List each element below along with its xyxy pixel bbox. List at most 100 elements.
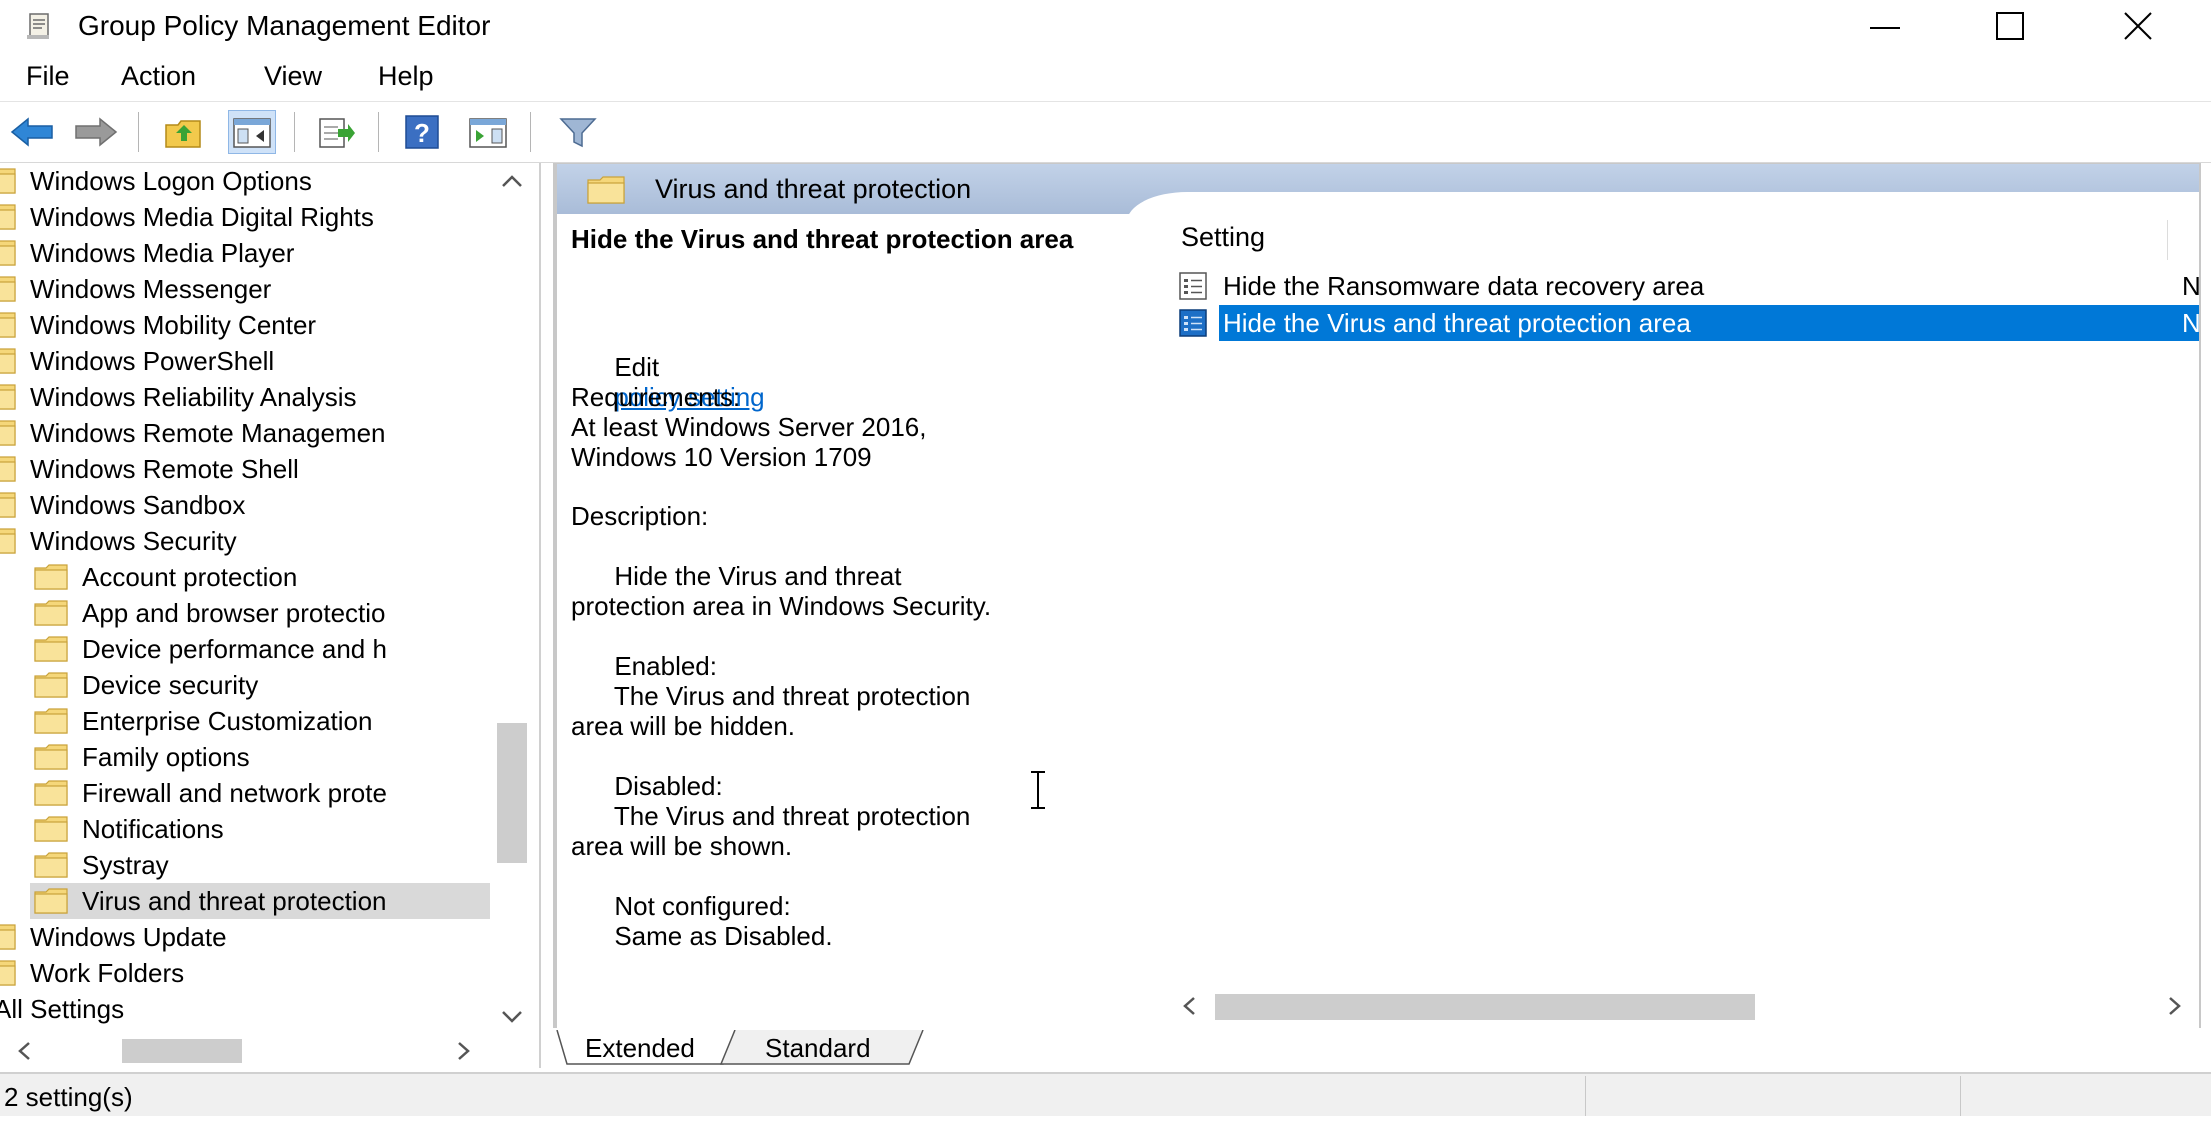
tree-item-label: Windows Remote Managemen: [30, 417, 386, 448]
export-list-button[interactable]: [312, 110, 360, 154]
requirements-label: Requirements:: [571, 382, 741, 412]
show-hide-action-pane-button[interactable]: [464, 110, 512, 154]
tree-vertical-scrollbar[interactable]: [493, 163, 531, 1033]
tree-item[interactable]: Windows Media Digital Rights: [0, 199, 374, 235]
forward-button[interactable]: [72, 110, 120, 154]
tree-item-label: Account protection: [82, 561, 298, 592]
tree-item[interactable]: Windows Remote Shell: [0, 451, 299, 487]
tree-item-label: Device security: [82, 669, 259, 700]
tree-item[interactable]: Enterprise Customization: [34, 703, 372, 739]
close-button[interactable]: [2078, 0, 2198, 52]
tree-item[interactable]: Windows Messenger: [0, 271, 271, 307]
tree-item[interactable]: Windows Sandbox: [0, 487, 245, 523]
tree-item[interactable]: Windows Reliability Analysis: [0, 379, 357, 415]
tree-item-label: Windows Reliability Analysis: [30, 381, 357, 412]
tree-item[interactable]: Windows PowerShell: [0, 343, 274, 379]
folder-icon: [34, 600, 68, 626]
tree-item[interactable]: Device security: [34, 667, 258, 703]
title-bar: Group Policy Management Editor: [0, 0, 2211, 52]
tree-item[interactable]: Windows Update: [0, 919, 227, 955]
folder-icon: [0, 168, 16, 194]
tree-item[interactable]: Windows Media Player: [0, 235, 294, 271]
column-header-setting[interactable]: Setting: [1181, 222, 1265, 253]
minimize-button[interactable]: [1825, 0, 1945, 52]
folder-icon: [0, 312, 16, 338]
folder-icon: [34, 816, 68, 842]
up-one-level-button[interactable]: [160, 110, 208, 154]
scroll-right-icon[interactable]: [456, 1041, 472, 1061]
scroll-up-icon[interactable]: [501, 173, 523, 189]
tree-item[interactable]: All Settings: [0, 991, 124, 1027]
tree-horizontal-scroll-thumb[interactable]: [122, 1039, 242, 1063]
tree-horizontal-scrollbar[interactable]: [0, 1033, 493, 1068]
folder-icon: [0, 240, 16, 266]
policy-setting-icon: [1179, 309, 1207, 337]
folder-icon: [0, 492, 16, 518]
scroll-left-icon[interactable]: [1181, 996, 1197, 1016]
tree-item-label: Windows PowerShell: [30, 345, 275, 376]
filter-button[interactable]: [554, 110, 602, 154]
setting-name: Hide the Ransomware data recovery area: [1223, 270, 1705, 301]
details-header-title: Virus and threat protection: [655, 174, 972, 204]
tree-item[interactable]: App and browser protectio: [34, 595, 386, 631]
toolbar-separator: [530, 112, 531, 152]
tree-item-label: Windows Mobility Center: [30, 309, 317, 340]
tree-item-label: App and browser protectio: [82, 597, 386, 628]
tree-vertical-scroll-thumb[interactable]: [497, 723, 527, 863]
folder-icon: [587, 176, 625, 204]
menu-file[interactable]: File: [26, 61, 70, 92]
list-horizontal-scroll-thumb[interactable]: [1215, 994, 1755, 1020]
list-horizontal-scrollbar[interactable]: [1167, 986, 2199, 1026]
scroll-left-icon[interactable]: [16, 1041, 32, 1061]
tree-item[interactable]: Firewall and network prote: [34, 775, 387, 811]
tree-item-label: Enterprise Customization: [82, 705, 373, 736]
menu-help[interactable]: Help: [378, 61, 434, 92]
setting-row-selected[interactable]: Hide the Virus and threat protection are…: [1177, 305, 2199, 341]
settings-list: Setting Hide the Ransomware data recover…: [1167, 214, 2199, 984]
window-title: Group Policy Management Editor: [78, 10, 491, 41]
folder-icon: [34, 780, 68, 806]
tree-item-label: Firewall and network prote: [82, 777, 387, 808]
filter-icon: [559, 118, 597, 148]
console-tree[interactable]: Windows Logon Options Windows Media Digit…: [0, 163, 541, 1068]
back-button[interactable]: [8, 110, 56, 154]
tree-item[interactable]: Virus and threat protection: [30, 883, 490, 919]
tree-item[interactable]: Notifications: [34, 811, 224, 847]
help-button[interactable]: ?: [398, 110, 446, 154]
tree-item-label: Windows Messenger: [30, 273, 272, 304]
scroll-right-icon[interactable]: [2167, 996, 2183, 1016]
tree-item[interactable]: Windows Mobility Center: [0, 307, 316, 343]
tree-item[interactable]: Windows Remote Managemen: [0, 415, 386, 451]
menu-bar: File Action View Help: [0, 57, 2211, 99]
tab-standard[interactable]: Standard: [765, 1030, 871, 1066]
maximize-button[interactable]: [1950, 0, 2070, 52]
scroll-down-icon[interactable]: [501, 1009, 523, 1025]
folder-icon: [0, 924, 16, 950]
setting-row[interactable]: Hide the Ransomware data recovery area N…: [1177, 268, 2199, 304]
minimize-icon: [1870, 27, 1900, 29]
tree-item[interactable]: Windows Security: [0, 523, 237, 559]
folder-icon: [0, 420, 16, 446]
tree-item-label: Windows Sandbox: [30, 489, 246, 520]
tree-item[interactable]: Account protection: [34, 559, 297, 595]
menu-action[interactable]: Action: [121, 61, 196, 92]
tree-item[interactable]: Work Folders: [0, 955, 184, 991]
menu-view[interactable]: View: [264, 61, 322, 92]
tab-extended[interactable]: Extended: [585, 1030, 695, 1066]
tree-item[interactable]: Family options: [34, 739, 250, 775]
show-hide-console-tree-button[interactable]: [228, 110, 276, 154]
tree-item-label: Notifications: [82, 813, 224, 844]
toolbar-separator: [294, 112, 295, 152]
requirements-value: At least Windows Server 2016, Windows 10…: [571, 412, 927, 472]
column-separator[interactable]: [2167, 220, 2168, 260]
tree-item[interactable]: Device performance and h: [34, 631, 387, 667]
status-divider: [1585, 1076, 1586, 1116]
svg-text:?: ?: [414, 118, 430, 148]
tree-item[interactable]: Windows Logon Options: [0, 163, 312, 199]
tree-item-label: Virus and threat protection: [82, 885, 387, 916]
description-label: Description:: [571, 501, 709, 531]
folder-icon: [34, 564, 68, 590]
status-text: 2 setting(s): [4, 1082, 133, 1112]
setting-name: Hide the Virus and threat protection are…: [1223, 307, 1691, 339]
tree-item[interactable]: Systray: [34, 847, 169, 883]
